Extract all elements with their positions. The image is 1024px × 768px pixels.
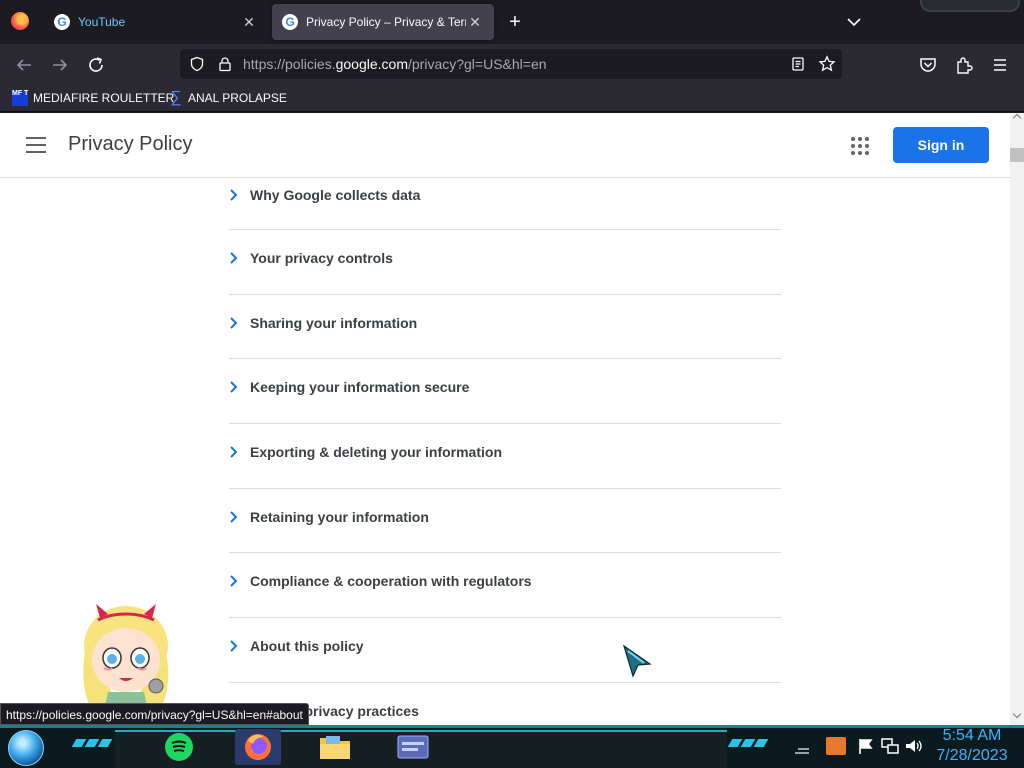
- bookmark-anal-prolapse[interactable]: ∑ ANAL PROLAPSE: [168, 89, 287, 107]
- mediafire-icon: MF T: [12, 90, 28, 106]
- chevron-right-icon: [230, 189, 238, 201]
- bookmark-label: ANAL PROLAPSE: [188, 91, 287, 105]
- mediafire-icon-text: MF T: [12, 90, 29, 97]
- clock-time: 5:54 AM: [942, 727, 1002, 744]
- url-path: /privacy?gl=US&hl=en: [408, 56, 547, 72]
- volume-icon[interactable]: [904, 737, 924, 755]
- policy-section-label: Your privacy controls: [250, 250, 393, 266]
- firefox-icon[interactable]: [11, 12, 29, 30]
- policy-section-item[interactable]: Why Google collects data: [229, 177, 781, 230]
- mouse-cursor-icon: [622, 644, 652, 678]
- chevron-right-icon: [230, 381, 238, 394]
- scroll-up-arrow-icon[interactable]: [1012, 113, 1022, 123]
- taskbar-app-spotify[interactable]: [156, 729, 202, 765]
- flag-icon[interactable]: [856, 737, 876, 755]
- policy-section-label: Keeping your information secure: [250, 379, 470, 396]
- firefox-icon: [245, 734, 271, 760]
- policy-section-item[interactable]: Exporting & deleting your information: [229, 424, 781, 489]
- reload-icon[interactable]: [84, 53, 108, 77]
- mascot-character-image: [83, 604, 169, 720]
- forward-icon[interactable]: [48, 53, 72, 77]
- decoration-chevrons-right: [727, 739, 769, 749]
- policy-section-label: Why Google collects data: [250, 187, 421, 203]
- bookmark-mediafire[interactable]: MF T MEDIAFIRE ROULETTER: [12, 89, 174, 107]
- policy-section-label: About this policy: [250, 638, 364, 655]
- bookmark-star-icon[interactable]: [818, 55, 836, 73]
- taskbar-app-file-explorer[interactable]: [312, 729, 358, 765]
- system-clock[interactable]: 5:54 AM 7/28/2023: [930, 726, 1014, 766]
- folder-icon: [320, 736, 350, 759]
- chevron-right-icon: [230, 575, 238, 588]
- policy-section-item[interactable]: Related privacy practices: [229, 683, 781, 725]
- policy-section-item[interactable]: About this policy: [229, 618, 781, 683]
- tab-title: YouTube: [78, 15, 126, 29]
- close-icon[interactable]: ✕: [240, 13, 258, 31]
- url-prefix: https://policies.: [243, 56, 336, 72]
- sigma-icon: ∑: [170, 89, 182, 106]
- policy-section-label: Exporting & deleting your information: [250, 444, 502, 461]
- url-domain: google.com: [335, 56, 408, 72]
- bookmark-label: MEDIAFIRE ROULETTER: [33, 91, 175, 105]
- page-header: Privacy Policy Sign in: [0, 113, 1010, 178]
- policy-section-label: Compliance & cooperation with regulators: [250, 573, 532, 590]
- window-frame-decoration: [920, 0, 1020, 12]
- taskbar: 5:54 AM 7/28/2023: [0, 725, 1024, 768]
- chevron-right-icon: [230, 640, 238, 652]
- extensions-icon[interactable]: [952, 53, 976, 77]
- chevron-right-icon: [230, 446, 238, 458]
- reader-view-icon[interactable]: [790, 56, 806, 72]
- start-button[interactable]: [8, 730, 44, 766]
- back-icon[interactable]: [12, 53, 36, 77]
- scrollbar-thumb[interactable]: [1010, 148, 1024, 162]
- taskbar-rim: [0, 725, 1024, 728]
- spotify-icon: [165, 733, 193, 761]
- clock-date: 7/28/2023: [936, 747, 1008, 764]
- pocket-icon[interactable]: [916, 53, 940, 77]
- scroll-down-arrow-icon[interactable]: [1012, 709, 1022, 719]
- navigation-toolbar: https://policies.google.com/privacy?gl=U…: [0, 44, 1024, 84]
- policy-section-item[interactable]: Compliance & cooperation with regulators: [229, 553, 781, 619]
- policy-section-label: Sharing your information: [250, 314, 418, 331]
- tray-app-icon[interactable]: [826, 737, 846, 755]
- menu-icon[interactable]: [988, 53, 1012, 77]
- lock-icon[interactable]: [217, 56, 233, 72]
- status-bar-link: https://policies.google.com/privacy?gl=U…: [0, 703, 309, 725]
- policy-section-item[interactable]: Retaining your information: [229, 489, 781, 554]
- tab-youtube[interactable]: G YouTube ✕: [44, 4, 268, 40]
- url-text[interactable]: https://policies.google.com/privacy?gl=U…: [243, 56, 547, 72]
- policy-section-label: Retaining your information: [250, 508, 429, 525]
- new-tab-button[interactable]: +: [504, 11, 526, 33]
- taskbar-app-window[interactable]: [390, 729, 436, 765]
- google-g-icon: G: [54, 14, 70, 30]
- policy-section-item[interactable]: Your privacy controls: [229, 230, 781, 295]
- taskbar-app-firefox[interactable]: [235, 729, 281, 765]
- chevron-down-icon[interactable]: [843, 11, 865, 33]
- tab-privacy-policy[interactable]: G Privacy Policy – Privacy & Terms – Goo…: [272, 4, 494, 40]
- policy-section-item[interactable]: Sharing your information: [229, 295, 781, 360]
- tray-overflow-icon[interactable]: [792, 739, 812, 757]
- close-icon[interactable]: ✕: [466, 13, 484, 31]
- bookmarks-toolbar: MF T MEDIAFIRE ROULETTER ∑ ANAL PROLAPSE: [0, 84, 1024, 112]
- google-apps-icon[interactable]: [851, 137, 869, 155]
- web-page: Privacy Policy Sign in Why Google collec…: [0, 113, 1024, 725]
- hamburger-menu-icon[interactable]: [26, 137, 46, 153]
- chevron-right-icon: [230, 252, 238, 264]
- page-scrollbar[interactable]: [1010, 113, 1024, 725]
- decoration-chevrons-left: [71, 739, 113, 749]
- sign-in-button[interactable]: Sign in: [893, 127, 989, 163]
- app-window-icon: [397, 735, 429, 759]
- network-icon[interactable]: [880, 737, 900, 755]
- address-bar[interactable]: https://policies.google.com/privacy?gl=U…: [180, 49, 842, 79]
- tab-title: Privacy Policy – Privacy & Terms – Googl…: [306, 15, 466, 29]
- shield-icon[interactable]: [189, 56, 205, 72]
- policy-section-item[interactable]: Keeping your information secure: [229, 359, 781, 425]
- policy-section-list: Why Google collects data Your privacy con…: [229, 177, 781, 725]
- chevron-right-icon: [230, 316, 238, 329]
- google-g-icon: G: [282, 14, 298, 30]
- tab-bar: G YouTube ✕ G Privacy Policy – Privacy &…: [0, 0, 1024, 44]
- chevron-right-icon: [230, 511, 238, 523]
- page-title: Privacy Policy: [68, 133, 193, 155]
